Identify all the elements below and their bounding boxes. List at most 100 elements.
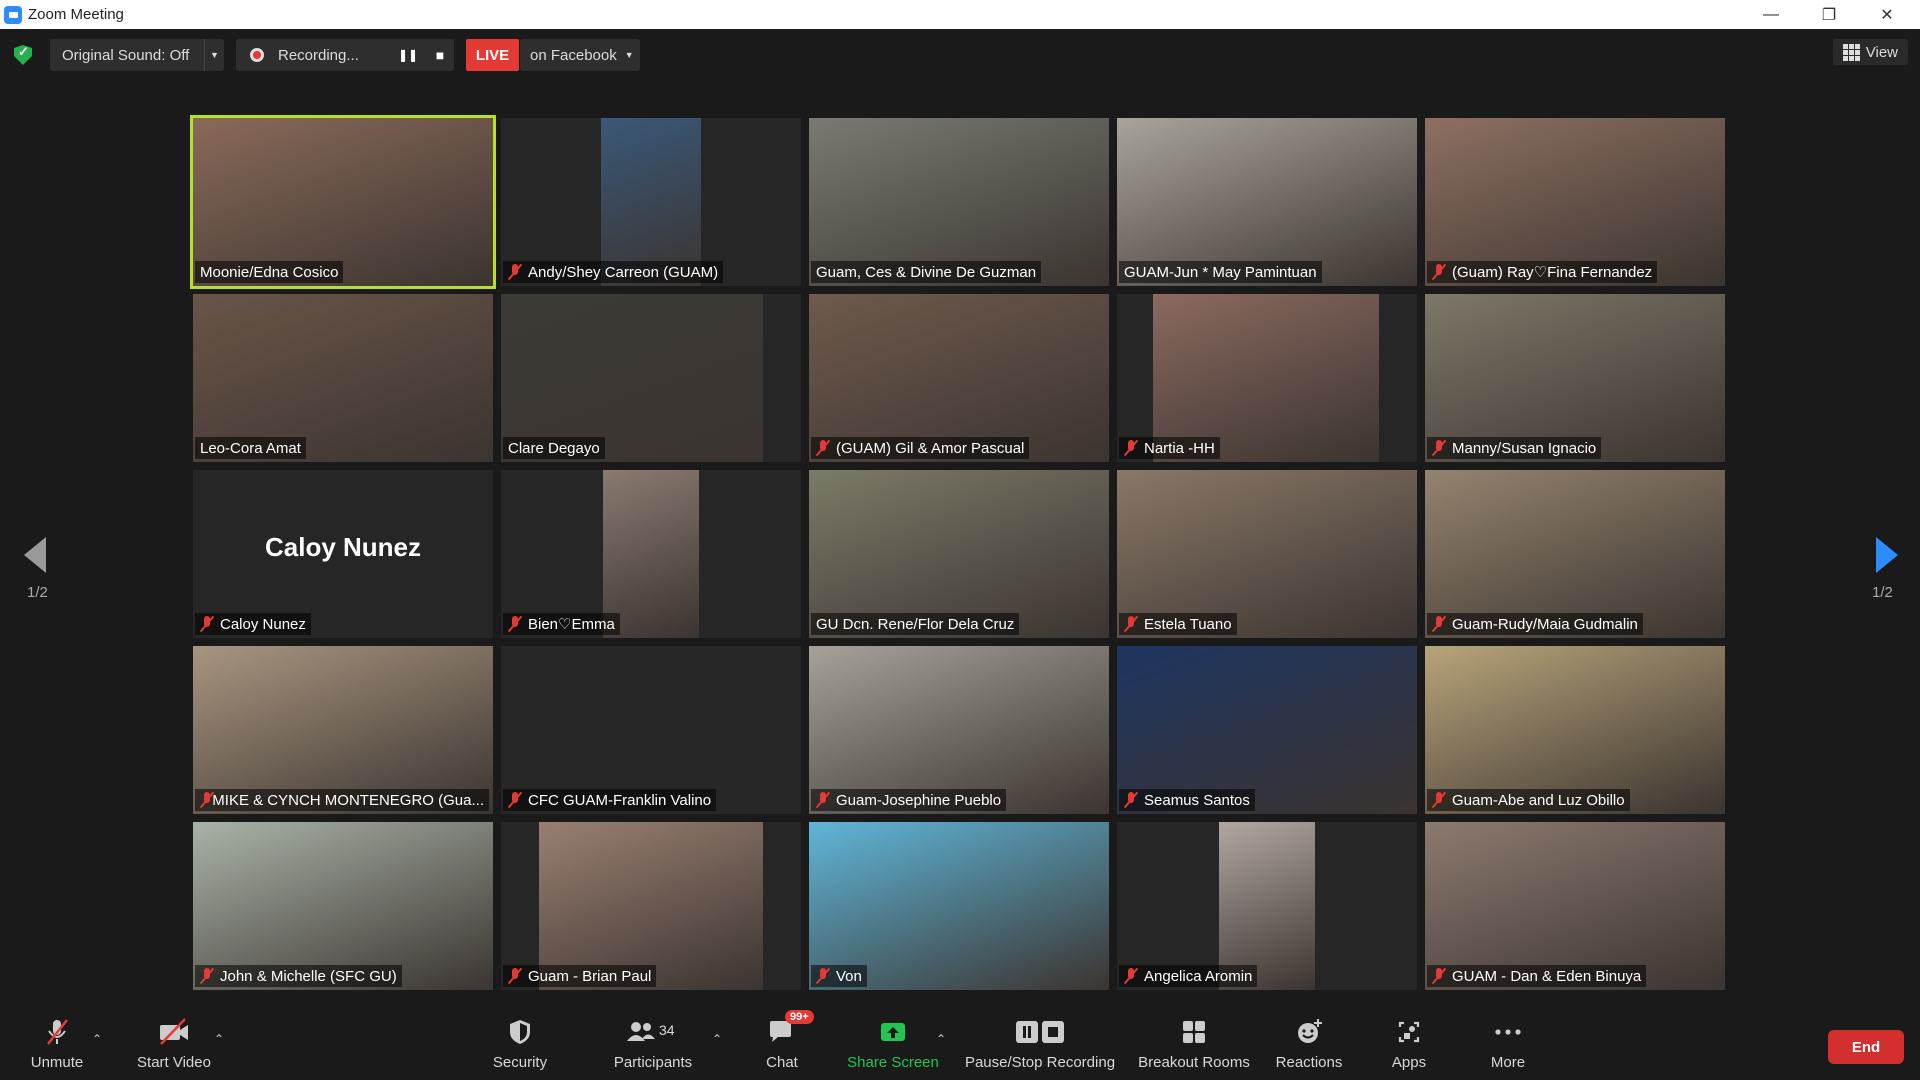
breakout-rooms-button[interactable]: Breakout Rooms (1136, 1016, 1252, 1080)
participant-name: John & Michelle (SFC GU) (220, 967, 397, 985)
participant-name: Clare Degayo (508, 439, 600, 457)
participant-name: Guam-Josephine Pueblo (836, 791, 1002, 809)
participant-name-label: CFC GUAM-Franklin Valino (503, 789, 717, 811)
participant-tile[interactable]: Clare Degayo (501, 294, 801, 462)
end-meeting-button[interactable]: End (1828, 1030, 1904, 1064)
participant-name-label: Moonie/Edna Cosico (195, 261, 344, 283)
pause-stop-icon (1012, 1016, 1068, 1048)
muted-mic-icon (1432, 616, 1446, 632)
chat-button[interactable]: 99+ Chat (756, 1010, 814, 1080)
participant-tile[interactable]: Angelica Aromin (1117, 822, 1417, 990)
more-button[interactable]: More (1480, 1016, 1536, 1080)
participant-name-label: Leo-Cora Amat (195, 437, 306, 459)
security-button[interactable]: Security (490, 1016, 550, 1080)
video-options-caret-icon[interactable]: ⌃ (214, 1032, 224, 1046)
participant-tile[interactable]: GU Dcn. Rene/Flor Dela Cruz (809, 470, 1109, 638)
view-label: View (1865, 43, 1898, 61)
view-button[interactable]: View (1832, 39, 1908, 65)
start-video-button[interactable]: Start Video (132, 1016, 216, 1080)
muted-mic-icon (1124, 792, 1138, 808)
chat-badge: 99+ (785, 1010, 814, 1024)
stop-recording-icon[interactable]: ■ (426, 39, 454, 71)
pause-recording-icon[interactable]: ❚❚ (394, 39, 422, 71)
muted-mic-icon (200, 616, 214, 632)
participant-tile[interactable]: Estela Tuano (1117, 470, 1417, 638)
participant-name: Nartia -HH (1144, 439, 1215, 457)
restore-button[interactable]: ❐ (1800, 0, 1858, 29)
participant-tile[interactable]: Von (809, 822, 1109, 990)
page-indicator-right: 1/2 (1872, 584, 1893, 601)
unmute-label: Unmute (30, 1054, 84, 1071)
participant-name-label: Guam-Rudy/Maia Gudmalin (1427, 613, 1643, 635)
meeting-toolbar: Unmute ⌃ Start Video ⌃ Security 34 Parti… (0, 1008, 1920, 1080)
apps-label: Apps (1391, 1054, 1427, 1071)
participant-name: (GUAM) Gil & Amor Pascual (836, 439, 1025, 457)
participant-tile[interactable]: Caloy Nunez Caloy Nunez (193, 470, 493, 638)
close-button[interactable]: ✕ (1858, 0, 1916, 29)
participant-name: Von (836, 967, 862, 985)
participant-tile[interactable]: Guam-Josephine Pueblo (809, 646, 1109, 814)
participant-tile[interactable]: GUAM-Jun * May Pamintuan (1117, 118, 1417, 286)
participant-tile[interactable]: (GUAM) Gil & Amor Pascual (809, 294, 1109, 462)
participant-name: Guam-Abe and Luz Obillo (1452, 791, 1625, 809)
live-target-dropdown[interactable]: on Facebook ▼ (520, 39, 640, 71)
participant-tile[interactable]: Guam-Rudy/Maia Gudmalin (1425, 470, 1725, 638)
start-video-label: Start Video (137, 1054, 211, 1071)
participant-tile[interactable]: Guam - Brian Paul (501, 822, 801, 990)
chevron-down-icon: ▼ (624, 50, 634, 60)
participant-tile[interactable]: Bien♡Emma (501, 470, 801, 638)
participant-tile[interactable]: Nartia -HH (1117, 294, 1417, 462)
reactions-button[interactable]: Reactions (1274, 1016, 1344, 1080)
share-screen-label: Share Screen (847, 1054, 939, 1071)
participants-count: 34 (659, 1022, 675, 1038)
muted-mic-icon (200, 792, 211, 808)
participant-tile[interactable]: MIKE & CYNCH MONTENEGRO (Gua... (193, 646, 493, 814)
participant-tile[interactable]: Guam-Abe and Luz Obillo (1425, 646, 1725, 814)
participant-name: GUAM-Jun * May Pamintuan (1124, 263, 1317, 281)
participant-name: Bien♡Emma (528, 616, 615, 633)
participant-name-label: Bien♡Emma (503, 613, 620, 635)
next-page-arrow-icon[interactable] (1876, 537, 1898, 573)
participant-tile[interactable]: Andy/Shey Carreon (GUAM) (501, 118, 801, 286)
apps-button[interactable]: Apps (1382, 1016, 1436, 1080)
encryption-shield-icon[interactable] (14, 45, 32, 65)
pause-stop-recording-button[interactable]: Pause/Stop Recording (964, 1016, 1116, 1080)
participant-tile[interactable]: Leo-Cora Amat (193, 294, 493, 462)
muted-mic-icon (1432, 440, 1446, 456)
pause-stop-recording-label: Pause/Stop Recording (964, 1054, 1116, 1071)
breakout-rooms-label: Breakout Rooms (1138, 1054, 1250, 1071)
original-sound-label: Original Sound: Off (62, 46, 190, 64)
participant-name-label: Angelica Aromin (1119, 965, 1258, 987)
participant-name-label: Seamus Santos (1119, 789, 1255, 811)
title-bar: Zoom Meeting — ❐ ✕ (0, 0, 1920, 29)
audio-options-caret-icon[interactable]: ⌃ (92, 1032, 102, 1046)
participants-caret-icon[interactable]: ⌃ (712, 1032, 722, 1046)
muted-mic-icon (508, 616, 522, 632)
original-sound-toggle[interactable]: Original Sound: Off ▼ (50, 39, 224, 71)
participant-tile[interactable]: Moonie/Edna Cosico (190, 115, 496, 289)
reactions-label: Reactions (1275, 1054, 1343, 1071)
participant-tile[interactable]: CFC GUAM-Franklin Valino (501, 646, 801, 814)
previous-page-arrow-icon[interactable] (24, 537, 46, 573)
participant-tile[interactable]: Guam, Ces & Divine De Guzman (809, 118, 1109, 286)
participant-tile[interactable]: Seamus Santos (1117, 646, 1417, 814)
participant-name-label: Caloy Nunez (195, 613, 311, 635)
security-shield-icon (507, 1016, 533, 1048)
reactions-smiley-icon (1294, 1016, 1324, 1048)
share-options-caret-icon[interactable]: ⌃ (936, 1032, 946, 1046)
participant-tile[interactable]: GUAM - Dan & Eden Binuya (1425, 822, 1725, 990)
participant-name: GUAM - Dan & Eden Binuya (1452, 967, 1642, 985)
chat-bubble-icon: 99+ (767, 1010, 814, 1048)
participants-button[interactable]: 34 Participants (608, 1016, 698, 1080)
video-off-icon (157, 1016, 191, 1048)
participant-tile[interactable]: (Guam) Ray♡Fina Fernandez (1425, 118, 1725, 286)
chevron-down-icon[interactable]: ▼ (204, 39, 224, 71)
unmute-button[interactable]: Unmute (24, 1016, 90, 1080)
participant-tile[interactable]: Manny/Susan Ignacio (1425, 294, 1725, 462)
share-screen-button[interactable]: Share Screen (846, 1016, 940, 1080)
participant-name: CFC GUAM-Franklin Valino (528, 791, 712, 809)
minimize-button[interactable]: — (1742, 0, 1800, 29)
participant-tile[interactable]: John & Michelle (SFC GU) (193, 822, 493, 990)
live-badge: LIVE (466, 39, 519, 71)
participant-name-label: Guam-Abe and Luz Obillo (1427, 789, 1630, 811)
